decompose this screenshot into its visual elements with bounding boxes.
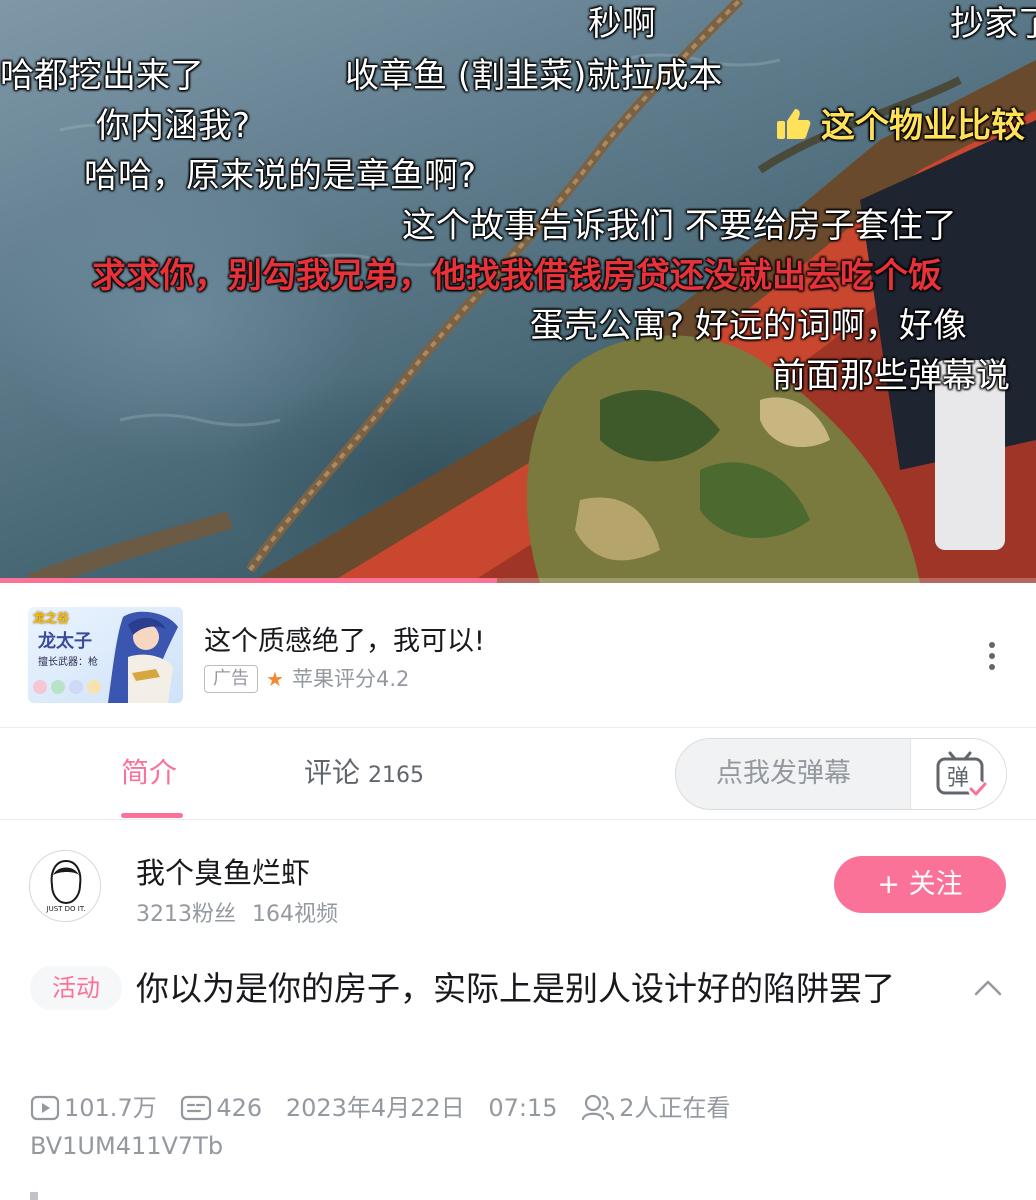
danmaku-item: 这个故事告诉我们 不要给房子套住了 (402, 206, 957, 246)
tab-active-indicator (121, 813, 183, 818)
views-count: 101.7万 (64, 1094, 157, 1122)
uploader-row: JUST DO IT. 我个臭鱼烂虾 3213粉丝 164视频 + 关注 (0, 820, 1036, 940)
danmaku-item: 哈哈，原来说的是章鱼啊? (84, 156, 477, 196)
danmaku-input-placeholder[interactable]: 点我发弹幕 (716, 739, 851, 809)
danmaku-input-box[interactable]: 点我发弹幕 弹 (675, 738, 1007, 810)
danmaku-item: 抄家了 (950, 4, 1036, 44)
danmaku-button-glyph: 弹 (947, 766, 969, 791)
uploader-stats: 3213粉丝 164视频 (136, 896, 338, 928)
ad-title[interactable]: 这个质感绝了，我可以! (204, 619, 485, 658)
views-stat: 101.7万 (30, 1088, 157, 1128)
viewers-icon (582, 1094, 615, 1121)
tab-intro[interactable]: 简介 (121, 728, 183, 820)
tab-intro-label: 简介 (121, 756, 178, 789)
uploader-fans: 3213粉丝 (136, 902, 236, 927)
danmaku-text: 这个物业比较 (821, 106, 1025, 146)
uploader-avatar[interactable]: JUST DO IT. (29, 850, 101, 922)
avatar-caption: JUST DO IT. (46, 905, 86, 913)
video-player[interactable]: 秒啊 抄家了 哈都挖出来了 收章鱼 (割韭菜)就拉成本 你内涵我? 这个物业比较… (0, 0, 1036, 583)
tab-comments[interactable]: 评论 2165 (304, 728, 424, 820)
danmaku-item: 你内涵我? (96, 106, 251, 146)
chevron-up-icon[interactable] (972, 972, 1004, 1004)
danmaku-item: 前面那些弹幕说 (772, 356, 1010, 396)
tab-comments-label: 评论 (304, 756, 361, 789)
video-title: 你以为是你的房子，实际上是别人设计好的陷阱罢了 (136, 969, 895, 1008)
ad-rating: 苹果评分4.2 (292, 667, 410, 691)
play-count-icon (30, 1095, 60, 1121)
star-icon: ★ (266, 667, 284, 691)
watching-count: 2人正在看 (619, 1094, 731, 1122)
ad-game-logo: 龙之谷 (33, 611, 70, 625)
danmaku-item: 收章鱼 (割韭菜)就拉成本 (345, 56, 723, 96)
follow-button[interactable]: + 关注 (834, 856, 1006, 913)
danmaku-count-icon (181, 1095, 212, 1121)
comments-count: 2165 (368, 763, 425, 788)
ad-label-badge: 广告 (204, 665, 258, 693)
video-meta: 101.7万 426 2023年4月22日 07:15 2人正在看 (30, 1088, 1020, 1128)
publish-date: 2023年4月22日 (285, 1094, 465, 1122)
publish-time: 07:15 (488, 1094, 558, 1122)
ad-card[interactable]: 龙之谷 龙太子 擅长武器：枪 这个质感绝了，我可以! 广告 ★ 苹果评分4.2 (0, 583, 1036, 728)
watching-stat: 2人正在看 (581, 1088, 730, 1128)
bvid[interactable]: BV1UM411V7Tb (30, 1128, 223, 1164)
uploader-videos: 164视频 (252, 902, 338, 927)
scroll-edge-marker (30, 1192, 38, 1200)
activity-tag[interactable]: 活动 (30, 966, 122, 1010)
ad-thumbnail[interactable]: 龙之谷 龙太子 擅长武器：枪 (28, 607, 183, 703)
danmaku-item: 蛋壳公寓? 好远的词啊，好像 (530, 306, 967, 346)
uploader-name[interactable]: 我个臭鱼烂虾 (136, 850, 310, 892)
more-options-icon[interactable] (976, 637, 1008, 677)
danmaku-tv-icon: 弹 (936, 751, 987, 798)
danmaku-count: 426 (216, 1094, 263, 1122)
danmaku-toggle-button[interactable]: 弹 (910, 739, 1006, 809)
danmaku-item: 秒啊 (588, 4, 656, 44)
ad-hero-subtitle: 擅长武器：枪 (38, 657, 98, 668)
danmaku-item: 哈都挖出来了 (0, 56, 204, 96)
danmaku-stat: 426 (180, 1088, 262, 1128)
danmaku-item: 求求你，别勾我兄弟，他找我借钱房贷还没就出去吃个饭 (92, 256, 942, 296)
ad-hero-name: 龙太子 (38, 631, 92, 652)
danmaku-layer: 秒啊 抄家了 哈都挖出来了 收章鱼 (割韭菜)就拉成本 你内涵我? 这个物业比较… (0, 0, 1036, 583)
thumbs-up-icon (777, 109, 811, 139)
danmaku-item-upvoted: 这个物业比较 (775, 106, 1025, 146)
content-tabs: 简介 评论 2165 点我发弹幕 弹 (0, 728, 1036, 820)
